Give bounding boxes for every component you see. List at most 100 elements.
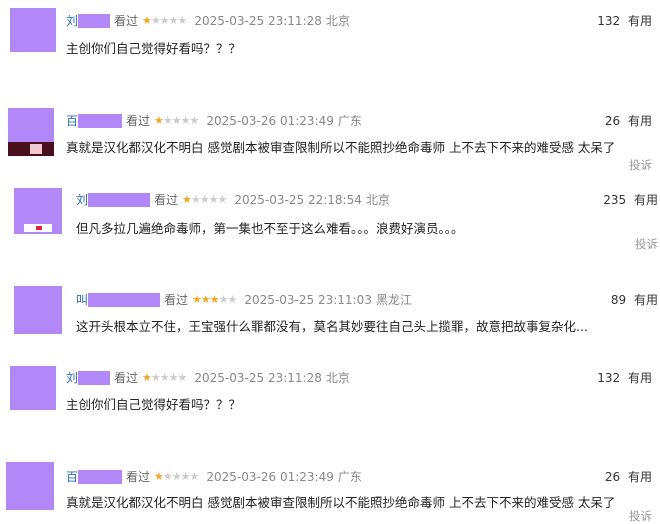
star-icon: ★ bbox=[217, 193, 228, 206]
useful-button[interactable]: 有用 bbox=[628, 14, 652, 28]
star-icon: ★ bbox=[180, 470, 191, 483]
star-icon: ★ bbox=[150, 371, 161, 384]
rating-stars: ★★★★★ bbox=[142, 371, 188, 384]
comment-time: 2025-03-25 23:11:28 bbox=[194, 370, 322, 385]
useful-button[interactable]: 有用 bbox=[628, 371, 652, 385]
comment-location: 黑龙江 bbox=[375, 293, 412, 307]
avatar[interactable] bbox=[10, 8, 56, 52]
comment-location: 北京 bbox=[325, 14, 350, 28]
comment-text: 真就是汉化都汉化不明白 感觉剧本被审查限制所以不能照抄绝命毒师 上不去下不来的难… bbox=[66, 495, 616, 510]
useful-count: 235 bbox=[603, 193, 627, 207]
useful-button[interactable]: 有用 bbox=[634, 293, 658, 307]
censor-mask bbox=[88, 292, 161, 307]
username-link[interactable]: 刘 bbox=[66, 369, 78, 386]
comment-location: 广东 bbox=[337, 470, 362, 484]
useful-button[interactable]: 有用 bbox=[628, 470, 652, 484]
avatar[interactable] bbox=[6, 462, 54, 510]
comment-time: 2025-03-26 01:23:49 bbox=[206, 113, 334, 128]
star-icon: ★ bbox=[189, 470, 200, 483]
star-icon: ★ bbox=[190, 193, 201, 206]
rating-stars: ★★★★★ bbox=[142, 14, 188, 27]
rating-stars: ★★★★★ bbox=[192, 293, 238, 306]
avatar[interactable] bbox=[10, 366, 56, 410]
star-icon: ★ bbox=[199, 193, 210, 206]
star-icon: ★ bbox=[168, 14, 179, 27]
star-icon: ★ bbox=[150, 14, 161, 27]
censor-mask bbox=[78, 370, 111, 385]
star-icon: ★ bbox=[159, 371, 170, 384]
useful-count: 132 bbox=[597, 14, 621, 28]
avatar[interactable] bbox=[8, 108, 54, 156]
comment-text: 这开头根本立不住，王宝强什么罪都没有，莫名其妙要往自己头上揽罪，故意把故事复杂化… bbox=[76, 319, 588, 334]
star-icon: ★ bbox=[180, 114, 191, 127]
comment-meta: 百 看过 ★★★★★ 2025-03-26 01:23:49 广东 bbox=[66, 468, 362, 485]
star-icon: ★ bbox=[162, 114, 173, 127]
star-icon: ★ bbox=[177, 14, 188, 27]
comment-location: 广东 bbox=[337, 114, 362, 128]
comment-location: 北京 bbox=[365, 193, 390, 207]
useful-vote[interactable]: 132 有用 bbox=[597, 12, 652, 29]
report-link[interactable]: 投诉 bbox=[629, 508, 652, 524]
watched-label: 看过 bbox=[126, 470, 151, 484]
comment-time: 2025-03-26 01:23:49 bbox=[206, 469, 334, 484]
comment-text: 真就是汉化都汉化不明白 感觉剧本被审查限制所以不能照抄绝命毒师 上不去下不来的难… bbox=[66, 140, 616, 155]
useful-count: 89 bbox=[610, 293, 627, 307]
avatar[interactable] bbox=[14, 188, 62, 234]
username-link[interactable]: 百 bbox=[66, 468, 78, 485]
star-icon: ★ bbox=[177, 371, 188, 384]
comment-location: 北京 bbox=[325, 371, 350, 385]
useful-vote[interactable]: 26 有用 bbox=[605, 468, 652, 485]
star-icon: ★ bbox=[227, 293, 238, 306]
censor-mask bbox=[78, 113, 123, 128]
rating-stars: ★★★★★ bbox=[154, 114, 200, 127]
username-link[interactable]: 刘 bbox=[66, 12, 78, 29]
useful-button[interactable]: 有用 bbox=[628, 114, 652, 128]
useful-count: 132 bbox=[597, 371, 621, 385]
star-icon: ★ bbox=[200, 293, 211, 306]
comment-text: 主创你们自己觉得好看吗？？？ bbox=[66, 397, 242, 412]
star-icon: ★ bbox=[192, 293, 202, 306]
useful-vote[interactable]: 89 有用 bbox=[611, 291, 658, 308]
star-icon: ★ bbox=[182, 193, 192, 206]
useful-vote[interactable]: 132 有用 bbox=[597, 369, 652, 386]
username-link[interactable]: 叫 bbox=[76, 291, 88, 308]
useful-vote[interactable]: 26 有用 bbox=[605, 112, 652, 129]
useful-button[interactable]: 有用 bbox=[634, 193, 658, 207]
comment-meta: 刘 看过 ★★★★★ 2025-03-25 23:11:28 北京 bbox=[66, 369, 350, 386]
star-icon: ★ bbox=[142, 14, 152, 27]
comment-time: 2025-03-25 23:11:03 bbox=[244, 292, 372, 307]
watched-label: 看过 bbox=[114, 371, 139, 385]
comment-meta: 刘 看过 ★★★★★ 2025-03-25 22:18:54 北京 bbox=[76, 191, 390, 208]
star-icon: ★ bbox=[154, 470, 164, 483]
star-icon: ★ bbox=[209, 293, 220, 306]
star-icon: ★ bbox=[142, 371, 152, 384]
comment-text: 但凡多拉几遍绝命毒师，第一集也不至于这么难看。。。浪费好演员。。。 bbox=[76, 221, 464, 236]
censor-mask bbox=[78, 13, 111, 28]
watched-label: 看过 bbox=[164, 293, 189, 307]
username-link[interactable]: 百 bbox=[66, 112, 78, 129]
star-icon: ★ bbox=[168, 371, 179, 384]
report-link[interactable]: 投诉 bbox=[629, 157, 652, 173]
star-icon: ★ bbox=[159, 14, 170, 27]
comment-meta: 叫 看过 ★★★★★ 2025-03-25 23:11:03 黑龙江 bbox=[76, 291, 412, 308]
report-link[interactable]: 投诉 bbox=[635, 236, 658, 252]
useful-count: 26 bbox=[604, 470, 621, 484]
star-icon: ★ bbox=[154, 114, 164, 127]
comment-time: 2025-03-25 22:18:54 bbox=[234, 192, 362, 207]
watched-label: 看过 bbox=[126, 114, 151, 128]
username-link[interactable]: 刘 bbox=[76, 191, 88, 208]
comment-meta: 百 看过 ★★★★★ 2025-03-26 01:23:49 广东 bbox=[66, 112, 362, 129]
star-icon: ★ bbox=[171, 114, 182, 127]
comment-time: 2025-03-25 23:11:28 bbox=[194, 13, 322, 28]
star-icon: ★ bbox=[189, 114, 200, 127]
useful-vote[interactable]: 235 有用 bbox=[603, 191, 658, 208]
useful-count: 26 bbox=[604, 114, 621, 128]
watched-label: 看过 bbox=[114, 14, 139, 28]
rating-stars: ★★★★★ bbox=[182, 193, 228, 206]
star-icon: ★ bbox=[171, 470, 182, 483]
star-icon: ★ bbox=[162, 470, 173, 483]
avatar[interactable] bbox=[14, 286, 62, 334]
watched-label: 看过 bbox=[154, 193, 179, 207]
comment-meta: 刘 看过 ★★★★★ 2025-03-25 23:11:28 北京 bbox=[66, 12, 350, 29]
star-icon: ★ bbox=[208, 193, 219, 206]
